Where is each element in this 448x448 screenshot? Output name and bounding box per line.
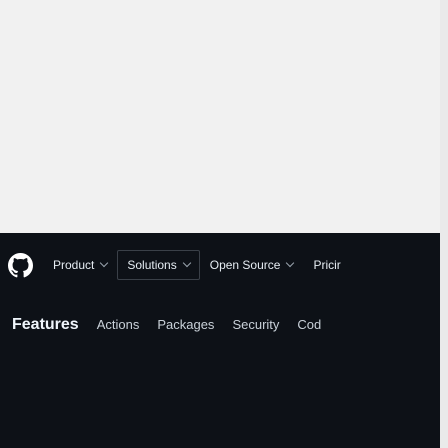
main-nav: Product Solutions Open Source Pricir <box>43 233 351 297</box>
nav-item-label: Open Source <box>209 258 281 272</box>
nav-item-product[interactable]: Product <box>43 250 117 280</box>
features-subnav: Features Actions Packages Security Cod <box>0 297 440 448</box>
subnav-link-packages[interactable]: Packages <box>157 317 214 332</box>
nav-item-label: Solutions <box>127 258 177 272</box>
nav-item-label: Pricir <box>313 258 341 272</box>
nav-item-label: Product <box>53 258 95 272</box>
chevron-down-icon <box>100 258 109 268</box>
nav-item-solutions[interactable]: Solutions <box>117 250 200 280</box>
subnav-title[interactable]: Features <box>12 316 79 334</box>
nav-item-open-source[interactable]: Open Source <box>200 250 304 280</box>
chevron-down-icon <box>182 258 191 268</box>
subnav-link-code[interactable]: Cod <box>297 317 321 332</box>
subnav-row: Features Actions Packages Security Cod <box>12 316 339 334</box>
nav-item-pricing[interactable]: Pricir <box>303 250 350 280</box>
chevron-down-icon <box>286 258 295 268</box>
page-background <box>0 0 448 233</box>
site-header: Product Solutions Open Source Pricir <box>0 233 440 297</box>
scrollbar-track[interactable] <box>440 0 448 448</box>
github-logo-icon[interactable] <box>8 253 33 278</box>
subnav-link-security[interactable]: Security <box>232 317 279 332</box>
subnav-link-actions[interactable]: Actions <box>97 317 140 332</box>
